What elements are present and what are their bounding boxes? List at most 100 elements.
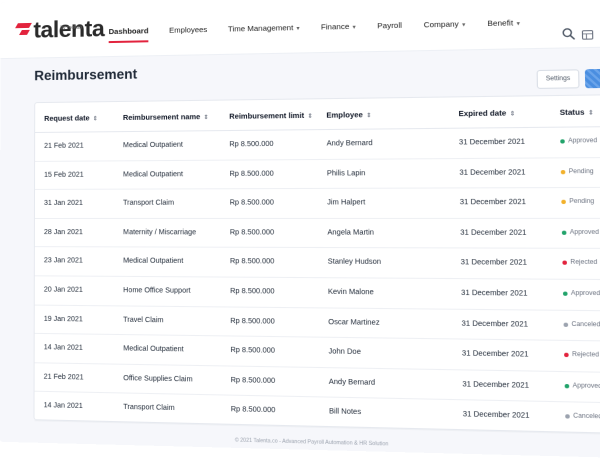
nav-item-dashboard[interactable]: Dashboard (109, 26, 149, 36)
nav-item-time-management[interactable]: Time Management ▾ (228, 23, 300, 34)
status-text: Canceled (571, 321, 600, 329)
cell-date: 21 Feb 2021 (43, 373, 84, 382)
nav-item-employees[interactable]: Employees (169, 25, 207, 35)
cell-date: 31 Jan 2021 (44, 200, 83, 208)
column-header-request-date[interactable]: Request date ⇕ (44, 113, 98, 123)
sort-icon[interactable]: ⇕ (366, 113, 371, 119)
cell-expired: 31 December 2021 (462, 380, 530, 390)
nav-item-finance[interactable]: Finance ▾ (321, 22, 356, 32)
status-text: Pending (568, 168, 594, 175)
cell-expired: 31 December 2021 (460, 259, 528, 268)
column-header-employee[interactable]: Employee ⇕ (326, 110, 371, 120)
cell-employee: Jim Halpert (327, 199, 366, 207)
cell-date: 14 Jan 2021 (43, 402, 83, 411)
column-header-status[interactable]: Status ⇕ (560, 107, 594, 117)
table-row[interactable]: 31 Jan 2021 Transport Claim Rp 8.500.000 Ji… (34, 187, 600, 219)
chevron-down-icon: ▾ (461, 22, 466, 29)
cell-name: Transport Claim (123, 404, 175, 413)
nav-item-label: Dashboard (108, 26, 149, 37)
cell-name: Home Office Support (123, 287, 191, 295)
reimbursement-table: Request date ⇕ Reimbursement name ⇕ Reimburs… (33, 93, 600, 436)
top-navigation: talenta by mekari Dashboard Employees Time… (0, 0, 600, 60)
column-header-reimbursement-name[interactable]: Reimbursement name ⇕ (123, 112, 209, 122)
status-badge: Pending (561, 199, 594, 205)
status-badge: Canceled (565, 414, 600, 421)
cell-limit: Rp 8.500.000 (230, 376, 276, 385)
chevron-down-icon: ▾ (352, 24, 356, 31)
column-header-label: Reimbursement limit (229, 110, 305, 121)
status-text: Canceled (573, 413, 600, 421)
sort-icon[interactable]: ⇕ (203, 115, 208, 121)
status-dot-icon (564, 352, 569, 358)
status-text: Approved (572, 382, 600, 390)
status-text: Rejected (570, 259, 598, 267)
column-header-label: Reimbursement name (122, 112, 201, 123)
column-header-reimbursement-limit[interactable]: Reimbursement limit ⇕ (229, 111, 312, 121)
status-badge: Canceled (563, 321, 600, 328)
settings-button[interactable]: Settings (536, 69, 580, 89)
status-text: Pending (569, 198, 595, 206)
column-header-label: Expired date (458, 108, 507, 119)
cell-date: 28 Jan 2021 (43, 228, 83, 236)
cell-name: Medical Outpatient (123, 170, 184, 179)
cell-limit: Rp 8.500.000 (229, 140, 274, 149)
grid-icon[interactable] (582, 30, 593, 40)
nav-item-label: Finance (320, 21, 350, 32)
table-row[interactable]: 15 Feb 2021 Medical Outpatient Rp 8.500.00… (35, 157, 600, 191)
nav-item-payroll[interactable]: Payroll (377, 21, 402, 31)
cell-employee: Andy Bernard (328, 378, 376, 387)
sort-icon[interactable]: ⇕ (307, 114, 312, 120)
status-dot-icon (565, 414, 570, 420)
cell-employee: Bill Notes (329, 408, 362, 417)
logo-mark-icon (16, 23, 30, 37)
status-dot-icon (562, 260, 568, 266)
app-window: talenta by mekari Dashboard Employees Time… (0, 0, 600, 459)
table-row[interactable]: 21 Feb 2021 Medical Outpatient Rp 8.500.00… (35, 126, 600, 162)
cell-employee: John Doe (328, 348, 361, 357)
status-text: Rejected (572, 351, 600, 359)
status-badge: Pending (560, 168, 594, 175)
nav-menu: Dashboard Employees Time Management ▾ Financ… (109, 17, 543, 36)
chevron-down-icon: ▾ (296, 25, 300, 33)
status-badge: Rejected (564, 352, 599, 359)
cell-expired: 31 December 2021 (459, 198, 527, 207)
cell-employee: Kevin Malone (327, 288, 374, 297)
cell-employee: Oscar Martinez (328, 318, 380, 327)
sort-icon[interactable]: ⇕ (510, 111, 516, 117)
status-dot-icon (560, 139, 565, 144)
page-title: Reimbursement (34, 66, 138, 84)
cell-name: Maternity / Miscarriage (123, 228, 197, 237)
cell-expired: 31 December 2021 (461, 350, 529, 359)
nav-item-benefit[interactable]: Benefit ▾ (487, 18, 520, 28)
nav-item-label: Company (423, 19, 459, 30)
status-dot-icon (563, 322, 569, 327)
cell-expired: 31 December 2021 (458, 138, 526, 147)
cell-name: Travel Claim (123, 316, 164, 324)
column-header-expired-date[interactable]: Expired date ⇕ (458, 108, 515, 118)
footer-text: © 2021 Talenta.co - Advanced Payroll Aut… (234, 437, 389, 448)
cell-limit: Rp 8.500.000 (229, 199, 274, 207)
cell-limit: Rp 8.500.000 (230, 406, 276, 415)
cell-name: Medical Outpatient (122, 141, 183, 150)
cell-employee: Stanley Hudson (327, 258, 382, 267)
status-dot-icon (561, 230, 567, 235)
nav-item-label: Employees (169, 24, 208, 35)
status-badge: Approved (560, 138, 597, 145)
status-text: Approved (570, 290, 600, 298)
table-row[interactable]: 23 Jan 2021 Medical Outpatient Rp 8.500.00… (34, 247, 600, 281)
cell-limit: Rp 8.500.000 (230, 347, 276, 355)
brand-sub: by mekari (60, 24, 83, 32)
scene: talenta by mekari Dashboard Employees Time… (0, 0, 600, 472)
cell-employee: Andy Bernard (326, 139, 373, 148)
cell-date: 15 Feb 2021 (44, 171, 84, 179)
search-icon[interactable] (562, 27, 576, 40)
status-badge: Rejected (562, 259, 598, 267)
primary-action-button[interactable] (584, 68, 600, 89)
cell-name: Medical Outpatient (123, 345, 184, 354)
nav-item-company[interactable]: Company ▾ (424, 19, 466, 29)
sort-icon[interactable]: ⇕ (588, 110, 594, 116)
cell-limit: Rp 8.500.000 (229, 258, 275, 266)
cell-expired: 31 December 2021 (460, 229, 527, 237)
table-row[interactable]: 28 Jan 2021 Maternity / Miscarriage Rp 8.5… (34, 218, 600, 250)
sort-icon[interactable]: ⇕ (93, 116, 98, 122)
